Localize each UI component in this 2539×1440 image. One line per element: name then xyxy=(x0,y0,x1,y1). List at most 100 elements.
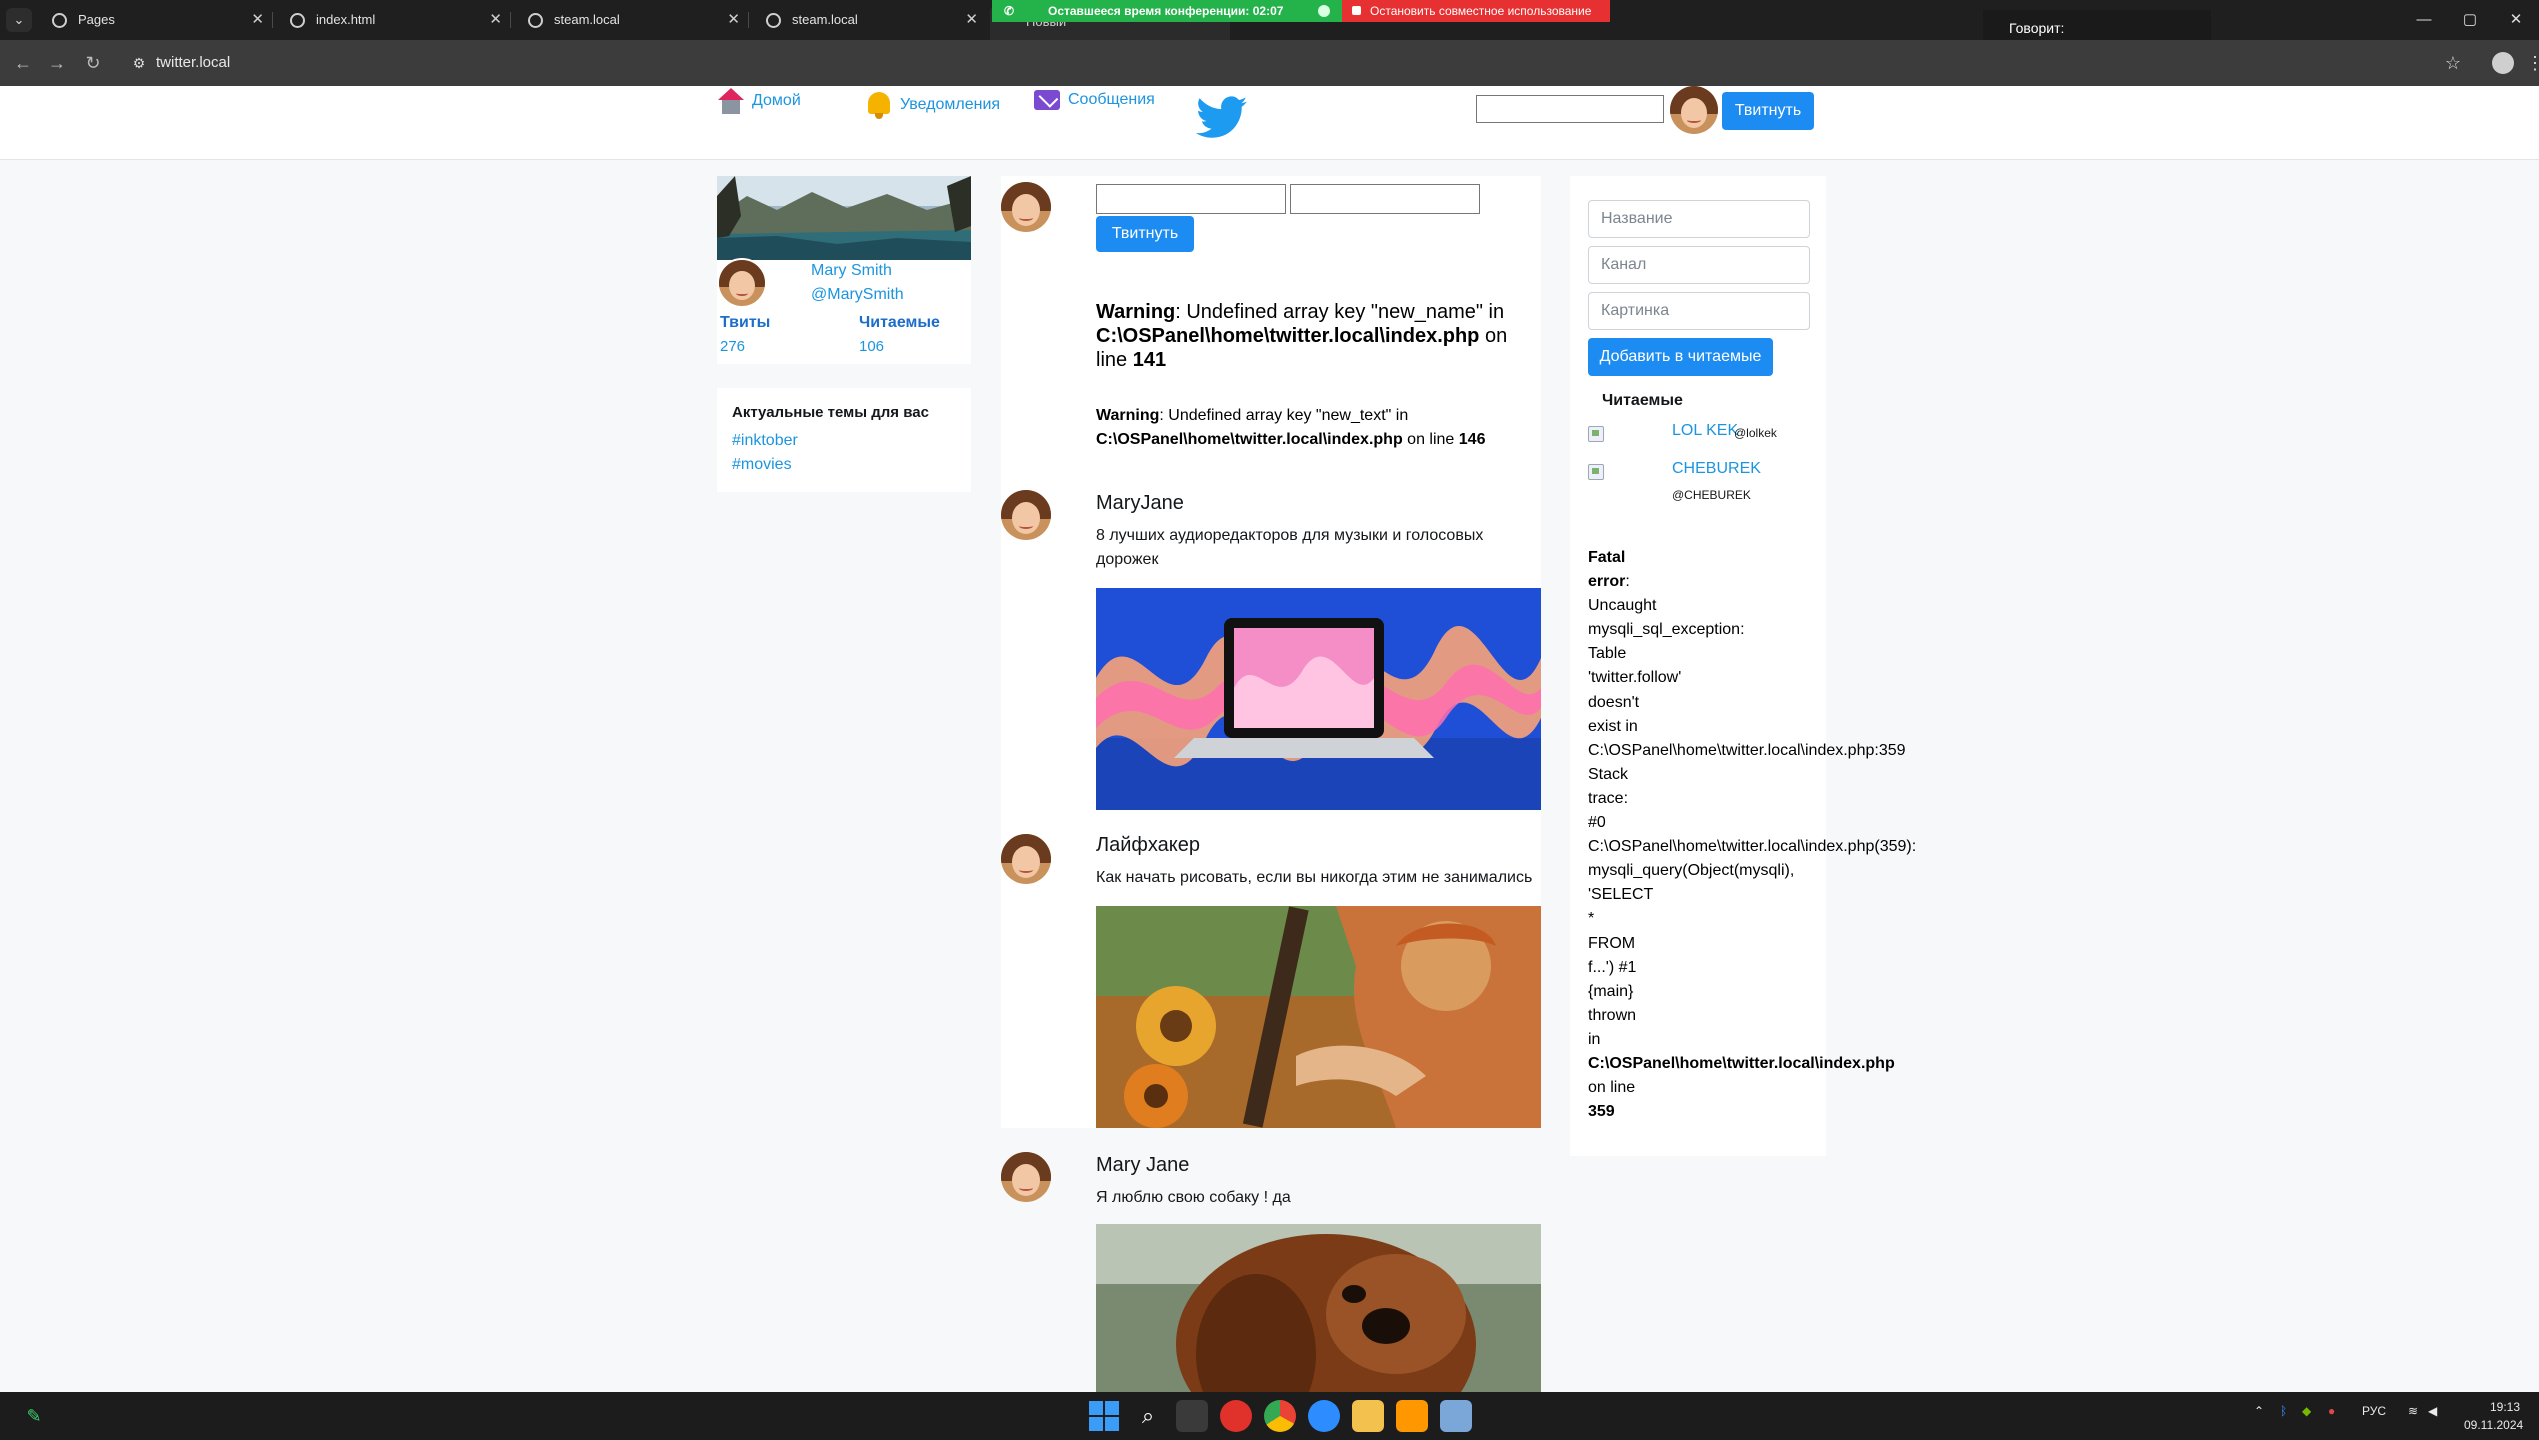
conference-timer-banner: ✆ Оставшееся время конференции: 02:07 xyxy=(992,0,1342,22)
fatal-line: in xyxy=(1588,1030,1601,1048)
nav-home-link[interactable]: Домой xyxy=(718,88,801,114)
site-info-icon[interactable]: ⚙ xyxy=(128,52,150,74)
clock-time: 19:13 xyxy=(2489,1400,2520,1414)
twitter-bird-icon[interactable] xyxy=(1196,96,1248,140)
pen-icon[interactable]: ✎ xyxy=(22,1404,46,1428)
tweet-avatar[interactable] xyxy=(1001,834,1051,884)
nav-notifications-label: Уведомления xyxy=(900,96,1001,113)
browser-tab[interactable]: index.html ✕ xyxy=(272,4,508,36)
browser-menu-icon[interactable]: ⋮ xyxy=(2526,50,2539,76)
tweet-image[interactable] xyxy=(1096,1224,1541,1392)
tray-overflow-icon[interactable]: ⌃ xyxy=(2254,1404,2264,1418)
nav-notifications-link[interactable]: Уведомления xyxy=(866,90,1000,120)
address-bar[interactable]: twitter.local xyxy=(156,51,230,75)
close-tab-icon[interactable]: ✕ xyxy=(251,4,264,36)
channel-name-input[interactable] xyxy=(1588,246,1810,284)
bookmark-star-icon[interactable]: ☆ xyxy=(2440,50,2466,76)
tab-search-button[interactable]: ⌄ xyxy=(6,8,32,32)
composer-text-input[interactable] xyxy=(1290,184,1480,214)
wifi-icon[interactable]: ≋ xyxy=(2408,1404,2418,1418)
fatal-line: 'twitter.follow' xyxy=(1588,669,1682,687)
following-item-name[interactable]: LOL KEK xyxy=(1672,422,1738,440)
nav-messages-label: Сообщения xyxy=(1068,91,1155,108)
speaker-icon[interactable]: ◀ xyxy=(2428,1404,2437,1418)
profile-icon[interactable] xyxy=(2492,52,2514,74)
tweet-avatar[interactable] xyxy=(1001,1152,1051,1202)
trend-link[interactable]: #movies xyxy=(732,456,792,474)
windows-start-icon[interactable] xyxy=(1088,1400,1120,1432)
following-item-name[interactable]: CHEBUREK xyxy=(1672,460,1761,478)
stop-sharing-button[interactable]: Остановить совместное использование xyxy=(1342,0,1610,22)
file-explorer-icon[interactable] xyxy=(1352,1400,1384,1432)
microphone-icon[interactable]: ● xyxy=(2328,1404,2335,1418)
tweet-text: Как начать рисовать, если вы никогда эти… xyxy=(1096,869,1533,886)
task-view-icon[interactable] xyxy=(1176,1400,1208,1432)
tweet-avatar[interactable] xyxy=(1001,490,1051,540)
speaking-label: Говорит: xyxy=(2009,20,2065,36)
tweet-author[interactable]: MaryJane xyxy=(1096,492,1184,515)
minimize-button[interactable]: — xyxy=(2401,0,2447,40)
yandex-browser-icon[interactable] xyxy=(1220,1400,1252,1432)
sublime-text-icon[interactable] xyxy=(1396,1400,1428,1432)
trend-link[interactable]: #inktober xyxy=(732,432,798,450)
composer-name-input[interactable] xyxy=(1096,184,1286,214)
browser-tab-strip: ⌄ Pages ✕ index.html ✕ steam.local ✕ ste… xyxy=(0,0,2539,46)
language-indicator[interactable]: РУС xyxy=(2362,1404,2386,1418)
profile-handle-link[interactable]: @MarySmith xyxy=(811,286,904,304)
header-search-input[interactable] xyxy=(1476,95,1664,123)
profile-avatar[interactable] xyxy=(717,258,767,308)
window-controls: — ▢ ✕ xyxy=(2401,0,2539,40)
following-stat-value[interactable]: 106 xyxy=(859,338,884,355)
tweet-author[interactable]: Лайфхакер xyxy=(1096,834,1200,857)
fatal-colon: : xyxy=(1625,573,1630,591)
zoom-icon[interactable] xyxy=(1308,1400,1340,1432)
browser-tab[interactable]: steam.local ✕ xyxy=(748,4,984,36)
forward-icon[interactable]: → xyxy=(44,50,70,76)
fatal-line: Uncaught xyxy=(1588,597,1657,615)
fatal-line: * xyxy=(1588,910,1595,928)
php-warning: Warning: Undefined array key "new_text" … xyxy=(1096,404,1526,452)
fatal-label: error xyxy=(1588,573,1626,591)
browser-tab[interactable]: Pages ✕ xyxy=(34,4,270,36)
fatal-line: Stack xyxy=(1588,765,1629,783)
tab-title: index.html xyxy=(316,12,376,27)
close-tab-icon[interactable]: ✕ xyxy=(965,4,978,36)
system-clock[interactable]: 19:13 09.11.2024 xyxy=(2464,1398,2523,1434)
following-stat-label[interactable]: Читаемые xyxy=(859,314,940,332)
nav-home-label: Домой xyxy=(752,92,801,109)
tweet-image[interactable] xyxy=(1096,588,1541,810)
close-tab-icon[interactable]: ✕ xyxy=(727,4,740,36)
fatal-label: Fatal xyxy=(1588,549,1626,566)
header-tweet-button[interactable]: Твитнуть xyxy=(1722,92,1814,130)
composer-tweet-button[interactable]: Твитнуть xyxy=(1096,216,1194,252)
bluetooth-icon[interactable]: ᛒ xyxy=(2280,1404,2287,1418)
close-window-button[interactable]: ✕ xyxy=(2493,0,2539,40)
shield-icon xyxy=(1318,5,1330,17)
fatal-line: mysqli_query(Object(mysqli), xyxy=(1588,862,1795,880)
nav-messages-link[interactable]: Сообщения xyxy=(1034,90,1155,110)
tweets-stat-value[interactable]: 276 xyxy=(720,338,745,355)
fatal-file: C:\OSPanel\home\twitter.local\index.php xyxy=(1588,1054,1895,1072)
fatal-line-number: 359 xyxy=(1588,1103,1615,1121)
warning-file: C:\OSPanel\home\twitter.local\index.php xyxy=(1096,325,1480,347)
tweet-author[interactable]: Mary Jane xyxy=(1096,1154,1189,1177)
chrome-icon[interactable] xyxy=(1264,1400,1296,1432)
nvidia-icon[interactable]: ◆ xyxy=(2302,1404,2311,1418)
browser-tab[interactable]: steam.local ✕ xyxy=(510,4,746,36)
maximize-button[interactable]: ▢ xyxy=(2447,0,2493,40)
close-tab-icon[interactable]: ✕ xyxy=(489,4,502,36)
add-to-following-button[interactable]: Добавить в читаемые xyxy=(1588,338,1773,376)
fatal-line: thrown xyxy=(1588,1006,1637,1024)
photos-icon[interactable] xyxy=(1440,1400,1472,1432)
back-icon[interactable]: ← xyxy=(10,50,36,76)
channel-image-input[interactable] xyxy=(1588,292,1810,330)
search-icon[interactable]: ⌕ xyxy=(1132,1400,1164,1432)
reload-icon[interactable]: ↻ xyxy=(80,50,106,76)
user-avatar[interactable] xyxy=(1670,86,1718,134)
home-icon xyxy=(718,88,744,114)
profile-card: Mary Smith @MarySmith Твиты 276 Читаемые… xyxy=(717,176,971,364)
profile-name-link[interactable]: Mary Smith xyxy=(811,262,892,280)
channel-title-input[interactable] xyxy=(1588,200,1810,238)
tweets-stat-label[interactable]: Твиты xyxy=(720,314,770,332)
tweet-image[interactable] xyxy=(1096,906,1541,1128)
